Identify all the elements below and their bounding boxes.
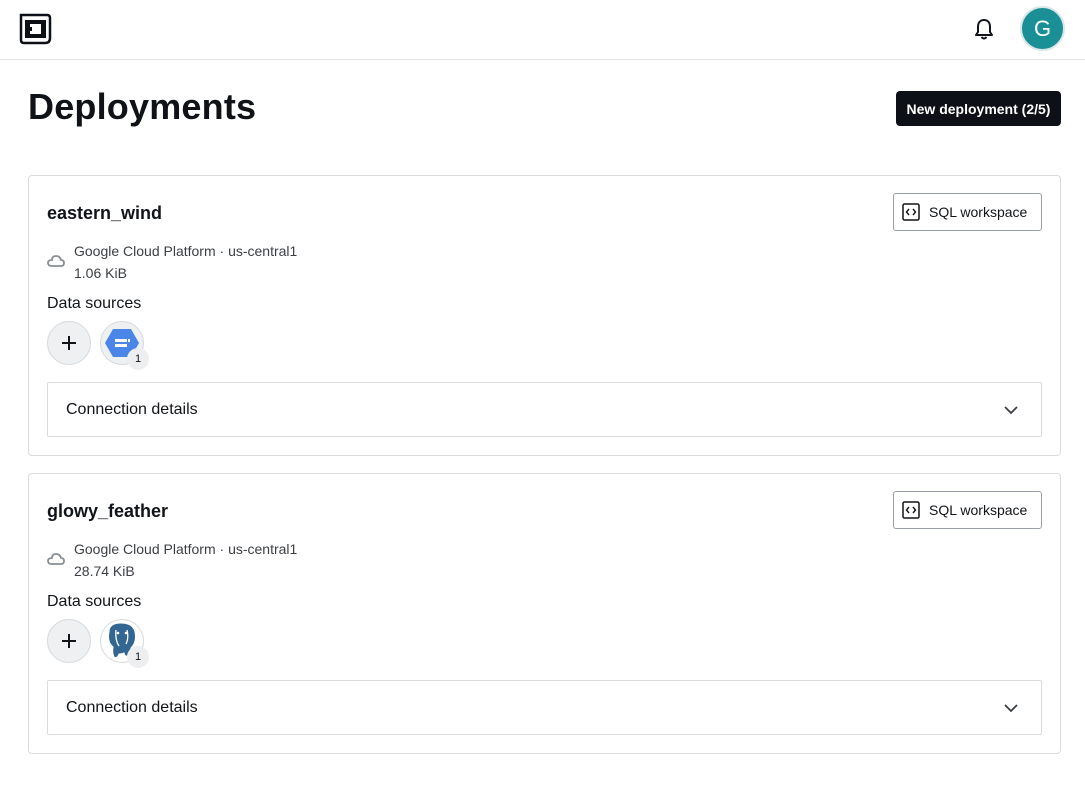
provider-region: Google Cloud Platform · us-central1 bbox=[74, 243, 298, 259]
data-sources-heading: Data sources bbox=[47, 295, 142, 312]
connection-details-label: Connection details bbox=[66, 698, 198, 716]
add-data-source-button[interactable] bbox=[47, 321, 91, 365]
storage-size: 28.74 KiB bbox=[74, 563, 135, 579]
data-source-count-badge: 1 bbox=[127, 348, 149, 370]
deployment-name: glowy_feather bbox=[47, 501, 169, 521]
new-deployment-button[interactable]: New deployment (2/5) bbox=[896, 91, 1061, 126]
sql-workspace-label: SQL workspace bbox=[929, 204, 1028, 220]
sql-workspace-label: SQL workspace bbox=[929, 502, 1028, 518]
cloud-icon bbox=[47, 553, 65, 565]
data-sources-heading: Data sources bbox=[47, 593, 142, 610]
connection-details-accordion[interactable]: Connection details bbox=[47, 382, 1042, 437]
deployment-card: eastern_wind SQL workspace Google Cloud … bbox=[28, 175, 1061, 456]
plus-icon bbox=[62, 336, 76, 350]
chevron-down-icon bbox=[1004, 406, 1018, 415]
cloud-icon bbox=[47, 255, 65, 267]
deployment-card: glowy_feather SQL workspace Google Cloud… bbox=[28, 473, 1061, 754]
chevron-down-icon bbox=[1004, 704, 1018, 713]
sql-workspace-button[interactable]: SQL workspace bbox=[893, 491, 1042, 529]
connection-details-accordion[interactable]: Connection details bbox=[47, 680, 1042, 735]
storage-size: 1.06 KiB bbox=[74, 265, 127, 281]
page-title: Deployments bbox=[28, 86, 257, 127]
plus-icon bbox=[62, 634, 76, 648]
provider-region: Google Cloud Platform · us-central1 bbox=[74, 541, 298, 557]
data-source-count-badge: 1 bbox=[127, 646, 149, 668]
avatar-initial: G bbox=[1033, 15, 1052, 41]
add-data-source-button[interactable] bbox=[47, 619, 91, 663]
user-avatar[interactable]: G bbox=[1020, 6, 1065, 51]
connection-details-label: Connection details bbox=[66, 400, 198, 418]
deployment-name: eastern_wind bbox=[47, 203, 163, 223]
code-icon bbox=[902, 203, 920, 221]
top-bar: G bbox=[0, 0, 1085, 60]
app-logo-icon[interactable] bbox=[18, 12, 53, 46]
bell-icon[interactable] bbox=[971, 16, 997, 42]
code-icon bbox=[902, 501, 920, 519]
sql-workspace-button[interactable]: SQL workspace bbox=[893, 193, 1042, 231]
